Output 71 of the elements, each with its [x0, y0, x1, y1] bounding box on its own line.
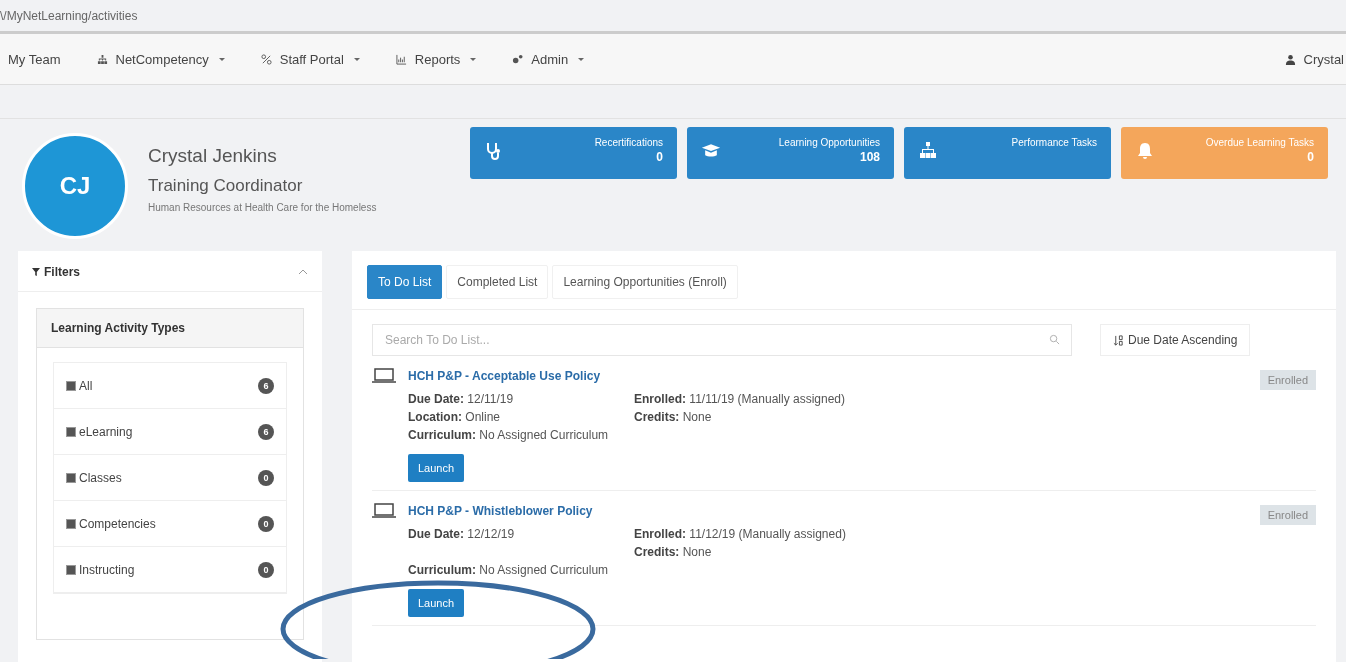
stat-card[interactable]: Recertifications 0 — [470, 127, 677, 179]
user-menu[interactable]: Crystal — [1284, 51, 1344, 67]
laptop-icon — [372, 368, 396, 384]
sitemap-icon — [96, 53, 108, 65]
stat-card[interactable]: Performance Tasks — [904, 127, 1111, 179]
bell-icon — [1135, 141, 1155, 161]
filter-checkbox-label[interactable]: Competencies — [66, 516, 156, 531]
nav-menu-item[interactable]: Staff Portal — [260, 51, 360, 67]
sort-button[interactable]: Due Date Ascending — [1100, 324, 1251, 356]
curriculum-text: Curriculum: No Assigned Curriculum — [408, 563, 610, 577]
launch-button[interactable]: Launch — [408, 589, 465, 617]
nav-menu-item[interactable]: Admin — [512, 51, 585, 67]
checkbox[interactable] — [66, 518, 76, 529]
avatar-initials: CJ — [22, 133, 128, 239]
laptop-icon — [372, 503, 396, 519]
filter-icon — [32, 268, 40, 276]
enrolled-text: Enrolled: 11/12/19 (Manually assigned) — [634, 527, 847, 541]
filter-checkbox-label[interactable]: All — [66, 378, 93, 393]
card-label: Performance Tasks — [1011, 137, 1097, 148]
nav-menu-item[interactable]: My Team — [8, 51, 61, 67]
credits-text: Credits: None — [634, 545, 713, 559]
search-field[interactable]: Search To Do List... — [372, 324, 1072, 356]
tab[interactable]: Learning Opportunities (Enroll) — [552, 265, 738, 299]
percent-icon — [260, 53, 272, 65]
checkbox[interactable] — [66, 564, 76, 575]
due-date-text: Due Date: 12/12/19 — [408, 527, 516, 541]
card-label: Overdue Learning Tasks — [1205, 137, 1314, 148]
nav-menu-item[interactable]: Reports — [395, 51, 477, 67]
curriculum-text: Curriculum: No Assigned Curriculum — [408, 428, 610, 442]
count-badge: 0 — [258, 469, 274, 486]
checkbox[interactable] — [66, 426, 76, 437]
tab[interactable]: Completed List — [446, 265, 549, 299]
gears-icon — [512, 53, 524, 65]
checkbox[interactable] — [66, 472, 76, 483]
nav-menu-item[interactable]: NetCompetency — [96, 51, 225, 67]
profile-department: Human Resources at Health Care for the Homeless — [148, 202, 377, 213]
hierarchy-icon — [918, 141, 938, 161]
activity-title-link[interactable]: HCH P&P - Whistleblower Policy — [408, 504, 593, 518]
card-count: 108 — [859, 150, 880, 164]
filters-title: Filters — [32, 265, 80, 279]
status-badge: Enrolled — [1259, 370, 1316, 390]
filter-checkbox-label[interactable]: Classes — [66, 470, 122, 485]
activity-title-link[interactable]: HCH P&P - Acceptable Use Policy — [408, 369, 601, 383]
card-count: 0 — [656, 150, 663, 164]
card-label: Recertifications — [594, 137, 663, 148]
filter-checkbox-label[interactable]: Instructing — [66, 562, 135, 577]
profile-name: Crystal Jenkins — [148, 145, 278, 167]
status-badge: Enrolled — [1259, 505, 1316, 525]
sort-icon — [1113, 334, 1124, 346]
count-badge: 6 — [258, 423, 274, 440]
count-badge: 0 — [258, 515, 274, 532]
user-icon — [1284, 53, 1296, 65]
credits-text: Credits: None — [634, 410, 713, 424]
checkbox[interactable] — [66, 380, 76, 391]
due-date-text: Due Date: 12/11/19 — [408, 392, 515, 406]
card-label: Learning Opportunities — [778, 137, 880, 148]
enrolled-text: Enrolled: 11/11/19 (Manually assigned) — [634, 392, 846, 406]
stat-card[interactable]: Learning Opportunities 108 — [687, 127, 894, 179]
filter-group-title: Learning Activity Types — [37, 309, 303, 348]
launch-button[interactable]: Launch — [408, 454, 465, 482]
profile-role: Training Coordinator — [148, 176, 304, 196]
bar-chart-icon — [395, 53, 407, 65]
tab[interactable]: To Do List — [367, 265, 443, 299]
count-badge: 0 — [258, 561, 274, 578]
card-count: 0 — [1307, 150, 1314, 164]
search-icon — [1049, 334, 1060, 345]
filter-checkbox-label[interactable]: eLearning — [66, 424, 133, 439]
url-text: \/MyNetLearning/activities — [0, 8, 138, 23]
collapse-chevron-icon[interactable] — [298, 269, 308, 275]
count-badge: 6 — [258, 377, 274, 394]
location-text: Location: Online — [408, 410, 502, 424]
